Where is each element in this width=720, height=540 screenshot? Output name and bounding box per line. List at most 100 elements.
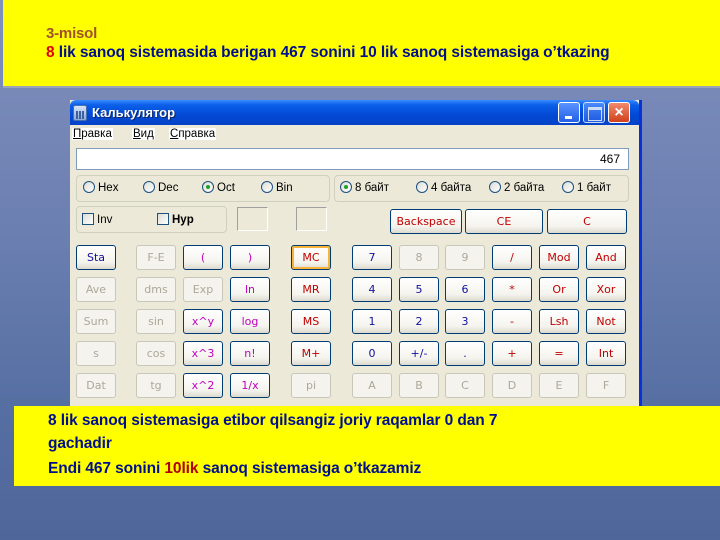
button-1[interactable]: 1 xyxy=(352,309,392,334)
button-dms[interactable]: dms xyxy=(136,277,176,302)
radio-2-bytes[interactable]: 2 байта xyxy=(489,181,544,194)
radio-1-byte[interactable]: 1 байт xyxy=(562,181,611,194)
button-9[interactable]: 9 xyxy=(445,245,485,270)
button-lsh[interactable]: Lsh xyxy=(539,309,579,334)
button-or[interactable]: Or xyxy=(539,277,579,302)
button-1divx[interactable]: 1/x xyxy=(230,373,270,398)
button-xminuspowminusy[interactable]: x^y xyxy=(183,309,223,334)
minimize-button[interactable] xyxy=(558,102,580,123)
checkbox-box xyxy=(82,213,94,225)
button-d[interactable]: D xyxy=(492,373,532,398)
checkbox-hyp[interactable]: Hyp xyxy=(157,213,194,226)
button-mul[interactable]: * xyxy=(492,277,532,302)
button-ave[interactable]: Ave xyxy=(76,277,116,302)
button-nfact[interactable]: n! xyxy=(230,341,270,366)
button-and[interactable]: And xyxy=(586,245,626,270)
radio-dot-selected xyxy=(202,181,214,193)
parentheses-indicator xyxy=(237,207,268,231)
calculator-display[interactable]: 467 xyxy=(76,148,629,170)
line3-suffix: sanoq sistemasiga o’tkazamiz xyxy=(198,460,422,477)
menu-help[interactable]: Справка xyxy=(169,128,217,140)
button-cos[interactable]: cos xyxy=(136,341,176,366)
button-e[interactable]: E xyxy=(539,373,579,398)
button-fminuse[interactable]: F-E xyxy=(136,245,176,270)
button-int[interactable]: Int xyxy=(586,341,626,366)
radio-label: Oct xyxy=(217,182,235,194)
radio-label: Hex xyxy=(98,182,119,194)
button-a[interactable]: A xyxy=(352,373,392,398)
button-c[interactable]: C xyxy=(547,209,627,234)
button-2[interactable]: 2 xyxy=(399,309,439,334)
menu-view[interactable]: Вид xyxy=(132,128,155,140)
button-0[interactable]: 0 xyxy=(352,341,392,366)
calculator-window: Калькулятор × Правка Вид Справка 467 Hex… xyxy=(70,100,642,412)
radio-4-bytes[interactable]: 4 байта xyxy=(416,181,471,194)
button-4[interactable]: 4 xyxy=(352,277,392,302)
button-sum[interactable]: Sum xyxy=(76,309,116,334)
button-mplus[interactable]: M+ xyxy=(291,341,331,366)
radio-label: 4 байта xyxy=(431,182,472,194)
button-dat[interactable]: Dat xyxy=(76,373,116,398)
radio-8-bytes[interactable]: 8 байт xyxy=(340,181,389,194)
explanation-banner: 8 lik sanoq sistemasiga etibor qilsangiz… xyxy=(14,406,720,486)
button-rparen[interactable]: ) xyxy=(230,245,270,270)
button-5[interactable]: 5 xyxy=(399,277,439,302)
radio-dot xyxy=(489,181,501,193)
checkbox-box xyxy=(157,213,169,225)
button-log[interactable]: log xyxy=(230,309,270,334)
button-3[interactable]: 3 xyxy=(445,309,485,334)
menu-help-label: правка xyxy=(178,128,216,140)
memory-indicator xyxy=(296,207,327,231)
button-tg[interactable]: tg xyxy=(136,373,176,398)
button-mr[interactable]: MR xyxy=(291,277,331,302)
radio-hex[interactable]: Hex xyxy=(83,181,118,194)
radio-bin[interactable]: Bin xyxy=(261,181,293,194)
button-xminuspowminus3[interactable]: x^3 xyxy=(183,341,223,366)
modifier-group: Inv Hyp xyxy=(76,206,227,233)
button-6[interactable]: 6 xyxy=(445,277,485,302)
button-mc[interactable]: MC xyxy=(291,245,331,270)
button-s[interactable]: s xyxy=(76,341,116,366)
button-plusdivminus[interactable]: +/- xyxy=(399,341,439,366)
radio-label: Bin xyxy=(276,182,293,194)
button-div[interactable]: / xyxy=(492,245,532,270)
button-ms[interactable]: MS xyxy=(291,309,331,334)
button-ln[interactable]: ln xyxy=(230,277,270,302)
explanation-line-3: Endi 467 sonini 10lik sanoq sistemasiga … xyxy=(48,460,421,478)
close-button[interactable]: × xyxy=(608,102,630,123)
word-size-group: 8 байт 4 байта 2 байта 1 байт xyxy=(334,175,629,202)
close-icon: × xyxy=(614,104,624,121)
button-b[interactable]: B xyxy=(399,373,439,398)
button-7[interactable]: 7 xyxy=(352,245,392,270)
button-xor[interactable]: Xor xyxy=(586,277,626,302)
button-backspace[interactable]: Backspace xyxy=(390,209,462,234)
button-pi[interactable]: pi xyxy=(291,373,331,398)
radio-dec[interactable]: Dec xyxy=(143,181,178,194)
radio-dot xyxy=(261,181,273,193)
button-minus[interactable]: - xyxy=(492,309,532,334)
button-sin[interactable]: sin xyxy=(136,309,176,334)
title-bar[interactable]: Калькулятор × xyxy=(70,100,639,125)
menu-edit[interactable]: Правка xyxy=(72,128,113,140)
checkbox-inv[interactable]: Inv xyxy=(82,213,112,226)
button-dot[interactable]: . xyxy=(445,341,485,366)
radio-dot xyxy=(143,181,155,193)
maximize-button[interactable] xyxy=(583,102,605,123)
button-lparen[interactable]: ( xyxy=(183,245,223,270)
radio-oct[interactable]: Oct xyxy=(202,181,235,194)
button-f[interactable]: F xyxy=(586,373,626,398)
button-mod[interactable]: Mod xyxy=(539,245,579,270)
explanation-line-2: gachadir xyxy=(48,435,112,452)
button-c[interactable]: C xyxy=(445,373,485,398)
button-not[interactable]: Not xyxy=(586,309,626,334)
task-text: lik sanoq sistemasida berigan 467 sonini… xyxy=(54,44,610,61)
button-ce[interactable]: CE xyxy=(465,209,543,234)
task-base-number: 8 xyxy=(46,44,55,61)
button-sta[interactable]: Sta xyxy=(76,245,116,270)
button-equals[interactable]: = xyxy=(539,341,579,366)
button-plus[interactable]: + xyxy=(492,341,532,366)
button-8[interactable]: 8 xyxy=(399,245,439,270)
button-xminuspowminus2[interactable]: x^2 xyxy=(183,373,223,398)
calculator-icon xyxy=(73,105,87,121)
button-exp[interactable]: Exp xyxy=(183,277,223,302)
